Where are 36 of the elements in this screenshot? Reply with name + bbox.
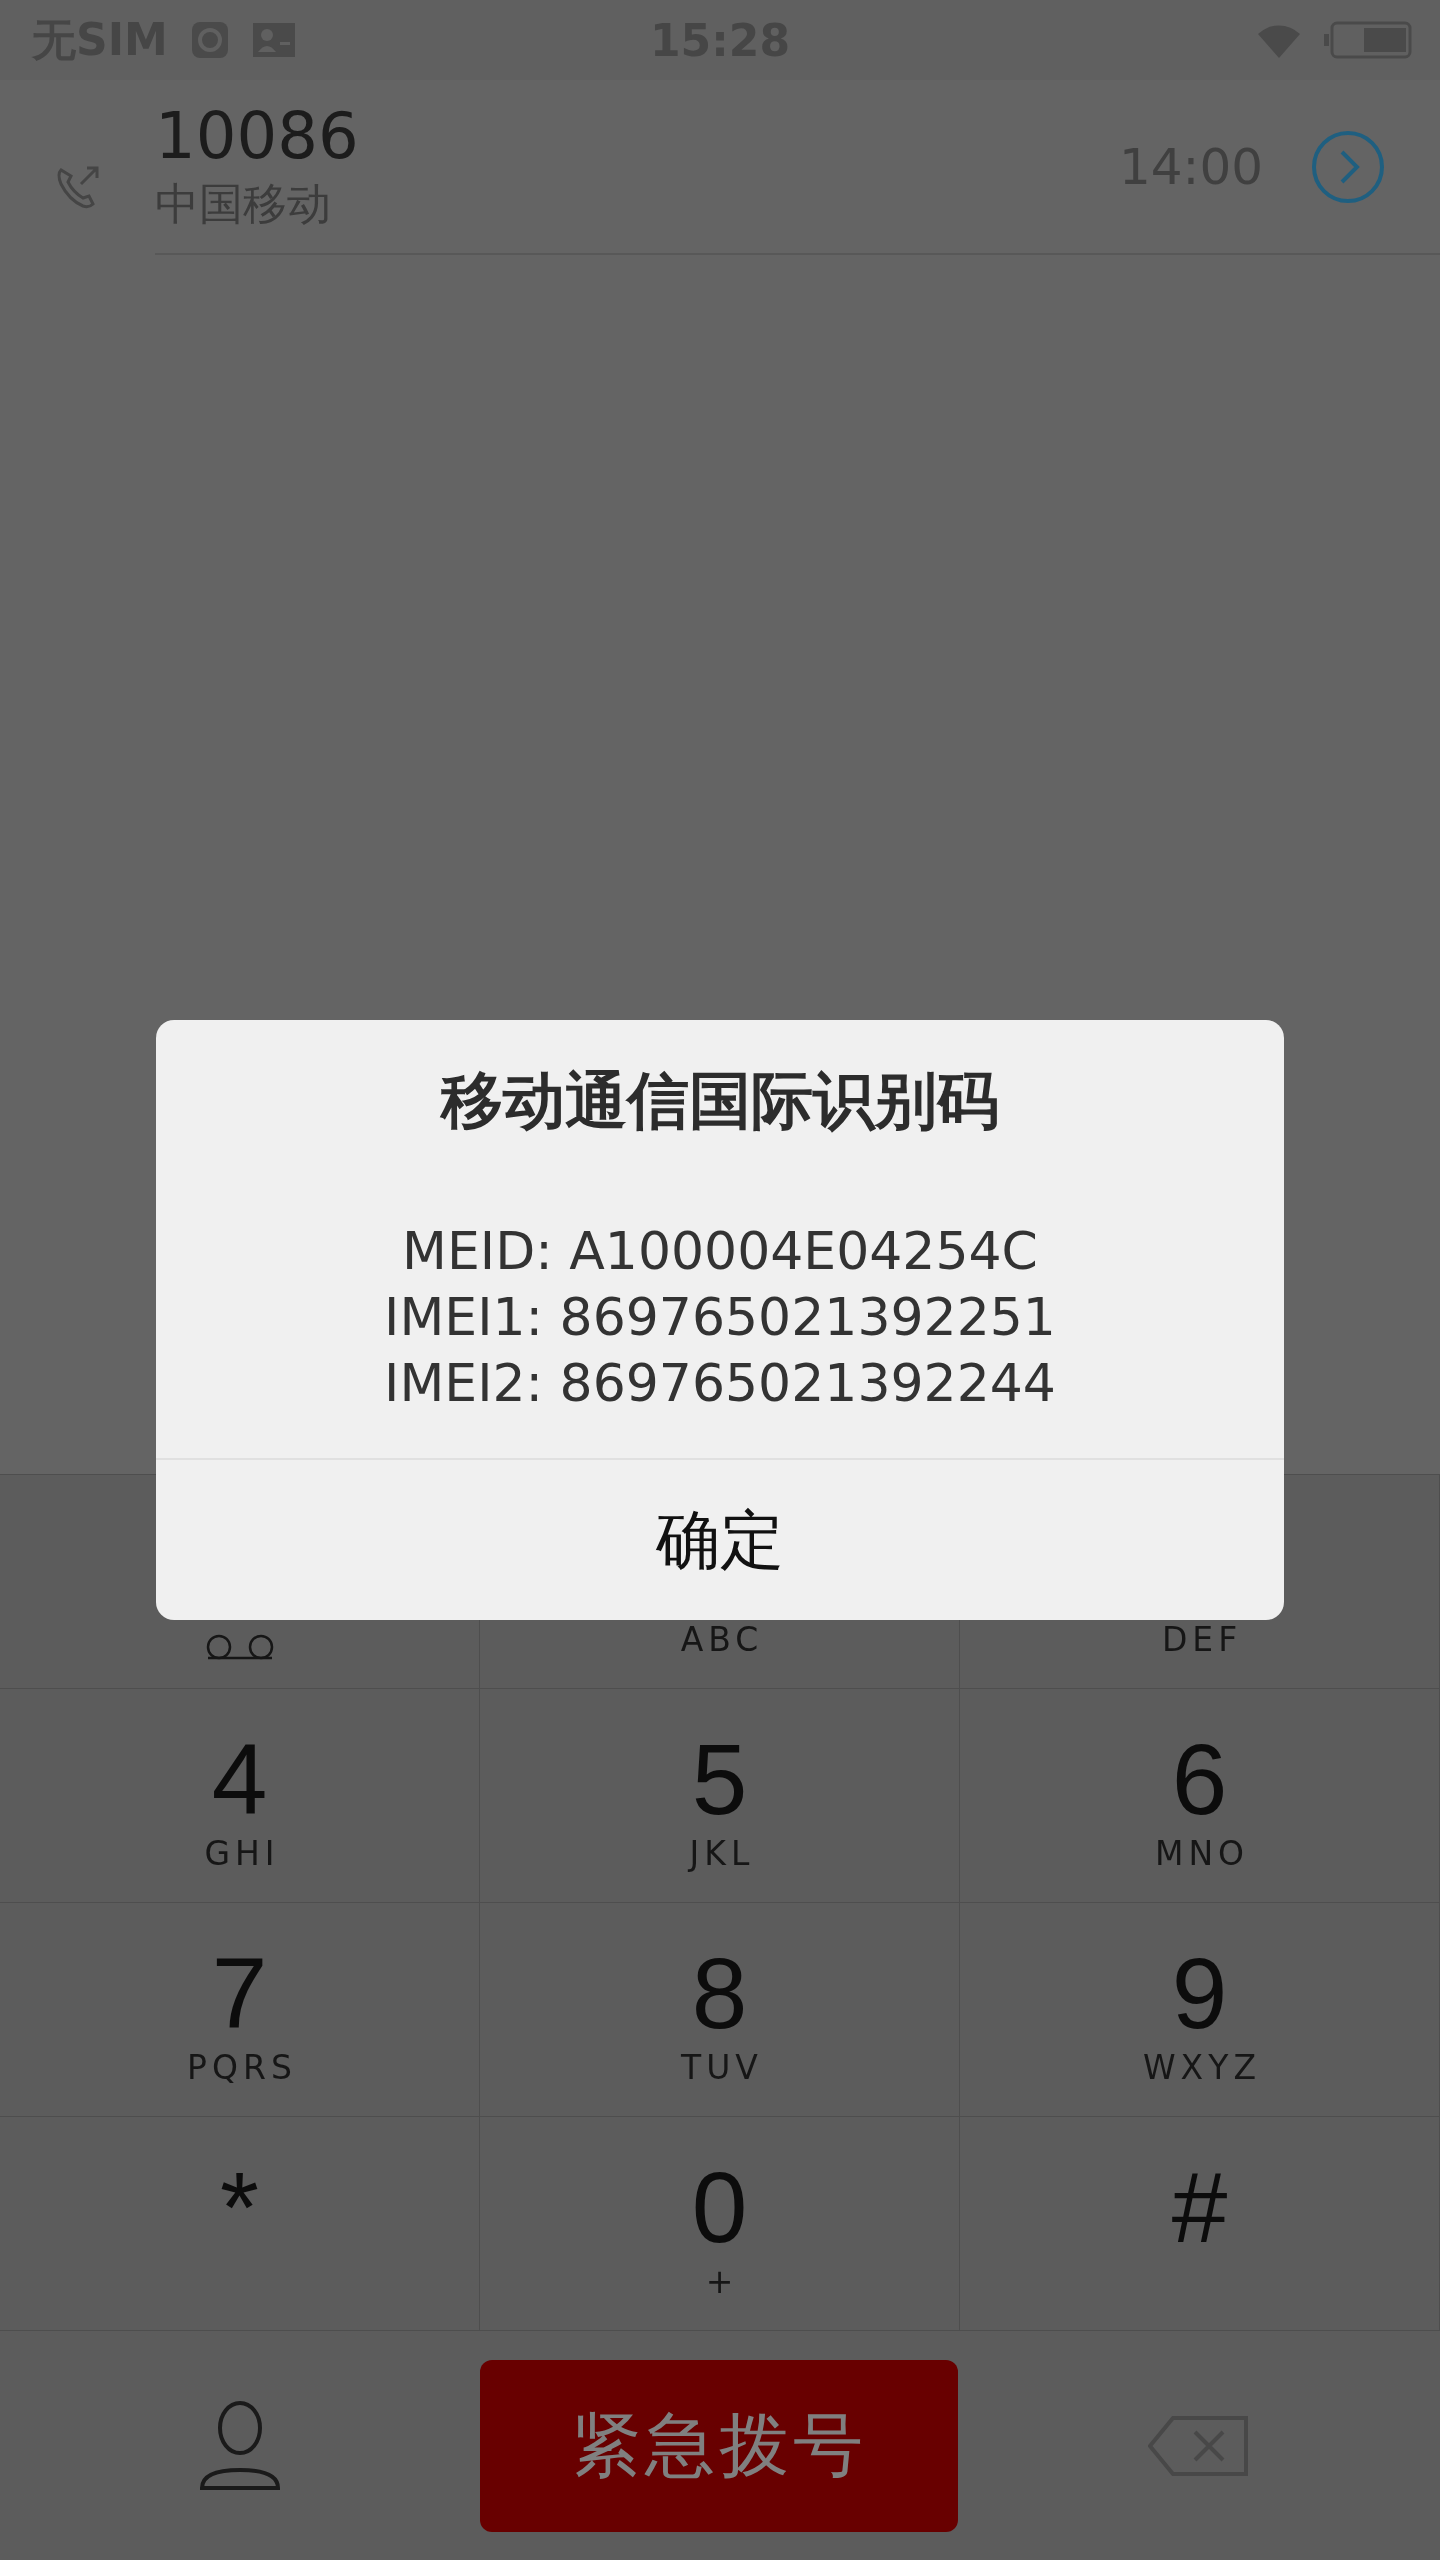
key-digit: 0 [691,2152,748,2262]
key-letters: ABC [680,1620,764,1660]
identifier-line: IMEI1: 869765021392251 [384,1286,1056,1349]
key-digit: 4 [211,1724,268,1834]
contacts-icon[interactable] [198,2399,282,2492]
dial-key[interactable]: 7 PQRS [0,1903,480,2117]
key-letters: WXYZ [1143,2048,1261,2088]
identifier-line: MEID: A100004E04254C [402,1220,1038,1283]
dialog-title: 移动通信国际识别码 [441,1063,999,1139]
key-digit: * [220,2152,259,2262]
key-digit: 8 [691,1938,748,2048]
key-letters: PQRS [187,2048,297,2088]
dial-key[interactable]: 4 GHI [0,1689,480,1903]
dial-key[interactable]: 9 WXYZ [960,1903,1440,2117]
dial-key[interactable]: * [0,2117,480,2331]
key-letters: MNO [1154,1834,1250,1874]
phone-number: 10086 [155,97,360,175]
dial-key[interactable]: # [960,2117,1440,2331]
emergency-call-button[interactable]: 紧急拨号 [480,2359,958,2532]
dial-key[interactable]: 6 MNO [960,1689,1440,1903]
identifier-line: IMEI2: 869765021392244 [384,1352,1056,1415]
confirm-button[interactable]: 确定 [156,1458,1284,1620]
key-digit: 7 [211,1938,268,2048]
dial-key[interactable]: 5 JKL [480,1689,960,1903]
key-letters: DEF [1161,1620,1243,1660]
key-digit: # [1171,2152,1228,2262]
key-digit: 6 [1171,1724,1228,1834]
key-digit: 9 [1171,1938,1228,2048]
dial-key[interactable]: 8 TUV [480,1903,960,2117]
dial-key[interactable]: 0 + [480,2117,960,2331]
details-chevron-icon[interactable] [1311,129,1385,204]
key-digit: 5 [691,1724,748,1834]
key-letters: TUV [681,2048,763,2088]
key-letters: + [705,2262,739,2302]
key-letters: JKL [689,1834,755,1874]
key-letters: GHI [204,1834,280,1874]
